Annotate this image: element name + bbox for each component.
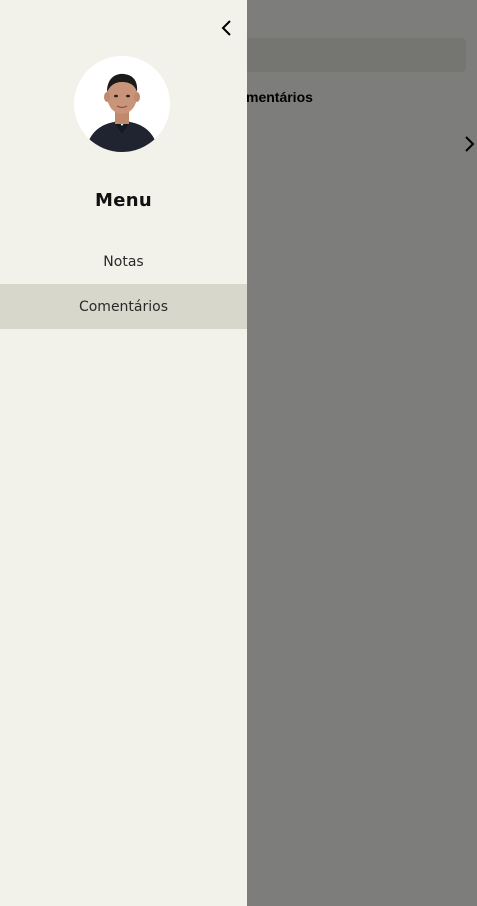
side-drawer: Menu Notas Comentários — [0, 0, 247, 906]
chevron-left-icon — [221, 20, 231, 36]
menu-title: Menu — [95, 190, 152, 211]
menu-list: Notas Comentários — [0, 239, 247, 329]
menu-item-comentarios[interactable]: Comentários — [0, 284, 247, 329]
menu-item-notas[interactable]: Notas — [0, 239, 247, 284]
close-drawer-button[interactable] — [216, 16, 238, 40]
avatar — [74, 56, 170, 152]
menu-item-label: Comentários — [78, 298, 169, 315]
menu-item-label: Notas — [103, 253, 144, 270]
